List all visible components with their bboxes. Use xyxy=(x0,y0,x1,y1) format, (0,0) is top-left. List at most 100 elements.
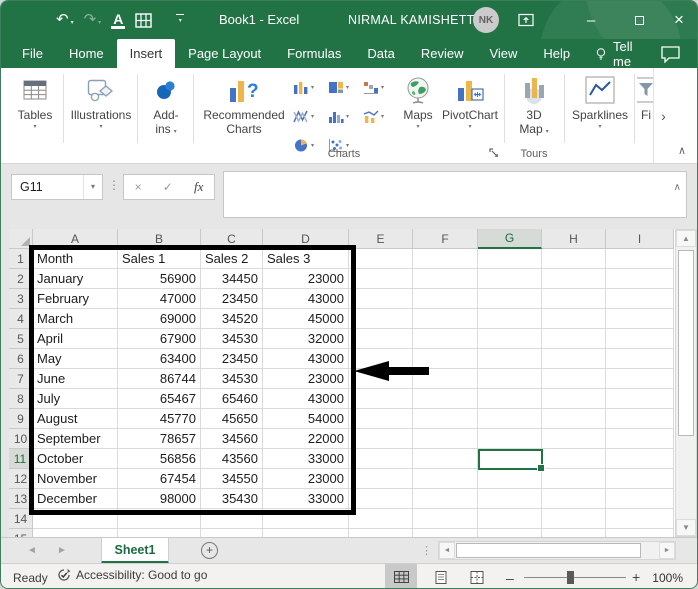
cell-C9[interactable]: 45650 xyxy=(201,409,263,429)
cell-H12[interactable] xyxy=(542,469,606,489)
cell-D11[interactable]: 33000 xyxy=(263,449,349,469)
cell-A2[interactable]: January xyxy=(33,269,118,289)
cell-F14[interactable] xyxy=(413,509,478,529)
row-header-14[interactable]: 14 xyxy=(9,509,33,529)
row-header-4[interactable]: 4 xyxy=(9,309,33,329)
page-break-preview-button[interactable] xyxy=(461,564,493,588)
cell-G15[interactable] xyxy=(478,529,542,537)
cell-E3[interactable] xyxy=(349,289,413,309)
tab-insert[interactable]: Insert xyxy=(116,39,176,68)
scroll-right-icon[interactable]: ► xyxy=(659,542,675,559)
row-header-12[interactable]: 12 xyxy=(9,469,33,489)
cell-D9[interactable]: 54000 xyxy=(263,409,349,429)
insert-waterfall-chart-button[interactable]: ▾ xyxy=(363,73,398,102)
cell-H13[interactable] xyxy=(542,489,606,509)
expand-formula-bar-button[interactable]: ∧ xyxy=(674,182,681,193)
row-header-13[interactable]: 13 xyxy=(9,489,33,509)
cell-F10[interactable] xyxy=(413,429,478,449)
cell-B13[interactable]: 98000 xyxy=(118,489,201,509)
cell-E13[interactable] xyxy=(349,489,413,509)
cell-B3[interactable]: 47000 xyxy=(118,289,201,309)
add-ins-button[interactable]: Add- ins ▾ xyxy=(141,72,191,139)
cell-F5[interactable] xyxy=(413,329,478,349)
page-layout-view-button[interactable] xyxy=(425,564,457,588)
cell-I5[interactable] xyxy=(606,329,674,349)
cell-H15[interactable] xyxy=(542,529,606,537)
cell-F12[interactable] xyxy=(413,469,478,489)
illustrations-button[interactable]: Illustrations ▾ xyxy=(67,72,135,132)
insert-column-chart-button[interactable]: ▾ xyxy=(293,73,328,102)
cell-D2[interactable]: 23000 xyxy=(263,269,349,289)
cell-H2[interactable] xyxy=(542,269,606,289)
cell-D10[interactable]: 22000 xyxy=(263,429,349,449)
cell-E15[interactable] xyxy=(349,529,413,537)
cell-B5[interactable]: 67900 xyxy=(118,329,201,349)
enter-button[interactable]: ✓ xyxy=(163,180,173,194)
column-header-B[interactable]: B xyxy=(118,229,201,249)
cell-B1[interactable]: Sales 1 xyxy=(118,249,201,269)
cell-F3[interactable] xyxy=(413,289,478,309)
cell-C3[interactable]: 23450 xyxy=(201,289,263,309)
cell-C13[interactable]: 35430 xyxy=(201,489,263,509)
cell-B6[interactable]: 63400 xyxy=(118,349,201,369)
insert-function-button[interactable]: fx xyxy=(194,179,203,195)
cell-C12[interactable]: 34550 xyxy=(201,469,263,489)
cell-G13[interactable] xyxy=(478,489,542,509)
maximize-button[interactable] xyxy=(619,1,659,39)
cell-A15[interactable] xyxy=(33,529,118,537)
cell-A5[interactable]: April xyxy=(33,329,118,349)
cell-C7[interactable]: 34530 xyxy=(201,369,263,389)
scroll-left-icon[interactable]: ◄ xyxy=(439,542,455,559)
ribbon-scroll-right-button[interactable]: › xyxy=(653,68,673,163)
row-header-8[interactable]: 8 xyxy=(9,389,33,409)
cell-E1[interactable] xyxy=(349,249,413,269)
previous-sheet-button[interactable]: ◄ xyxy=(27,545,37,556)
cell-I11[interactable] xyxy=(606,449,674,469)
cell-B7[interactable]: 86744 xyxy=(118,369,201,389)
cell-B15[interactable] xyxy=(118,529,201,537)
cell-B9[interactable]: 45770 xyxy=(118,409,201,429)
cell-A6[interactable]: May xyxy=(33,349,118,369)
pivotchart-button[interactable]: PivotChart ▾ xyxy=(437,72,503,132)
cell-G1[interactable] xyxy=(478,249,542,269)
column-header-F[interactable]: F xyxy=(413,229,478,249)
tab-page-layout[interactable]: Page Layout xyxy=(175,39,274,68)
cell-F15[interactable] xyxy=(413,529,478,537)
tab-help[interactable]: Help xyxy=(530,39,583,68)
cell-G8[interactable] xyxy=(478,389,542,409)
cell-A11[interactable]: October xyxy=(33,449,118,469)
select-all-corner[interactable] xyxy=(9,229,33,249)
cell-H9[interactable] xyxy=(542,409,606,429)
cell-G9[interactable] xyxy=(478,409,542,429)
next-sheet-button[interactable]: ► xyxy=(57,545,67,556)
cell-B4[interactable]: 69000 xyxy=(118,309,201,329)
cell-H14[interactable] xyxy=(542,509,606,529)
cell-C11[interactable]: 43560 xyxy=(201,449,263,469)
normal-view-button[interactable] xyxy=(385,564,417,588)
cell-D4[interactable]: 45000 xyxy=(263,309,349,329)
close-button[interactable]: × xyxy=(659,1,697,39)
maps-button[interactable]: Maps ▾ xyxy=(395,72,441,132)
avatar[interactable]: NK xyxy=(473,7,499,33)
cell-H7[interactable] xyxy=(542,369,606,389)
vertical-scrollbar[interactable]: ▲ ▼ xyxy=(675,229,697,537)
3d-map-button[interactable]: 3D Map ▾ xyxy=(508,72,560,139)
row-header-7[interactable]: 7 xyxy=(9,369,33,389)
column-header-H[interactable]: H xyxy=(542,229,606,249)
column-header-G[interactable]: G xyxy=(478,229,542,249)
redo-button[interactable]: ↷ ▾ xyxy=(81,10,105,30)
new-sheet-button[interactable]: + xyxy=(201,542,218,559)
ribbon-display-options-button[interactable] xyxy=(506,1,546,39)
column-header-C[interactable]: C xyxy=(201,229,263,249)
cell-D7[interactable]: 23000 xyxy=(263,369,349,389)
zoom-level[interactable]: 100% xyxy=(652,571,683,585)
cell-B8[interactable]: 65467 xyxy=(118,389,201,409)
cell-I3[interactable] xyxy=(606,289,674,309)
row-header-10[interactable]: 10 xyxy=(9,429,33,449)
tab-formulas[interactable]: Formulas xyxy=(274,39,354,68)
sparklines-button[interactable]: Sparklines ▾ xyxy=(568,72,632,132)
cell-F11[interactable] xyxy=(413,449,478,469)
horizontal-scrollbar-thumb[interactable] xyxy=(456,543,641,558)
cell-F2[interactable] xyxy=(413,269,478,289)
cell-C5[interactable]: 34530 xyxy=(201,329,263,349)
